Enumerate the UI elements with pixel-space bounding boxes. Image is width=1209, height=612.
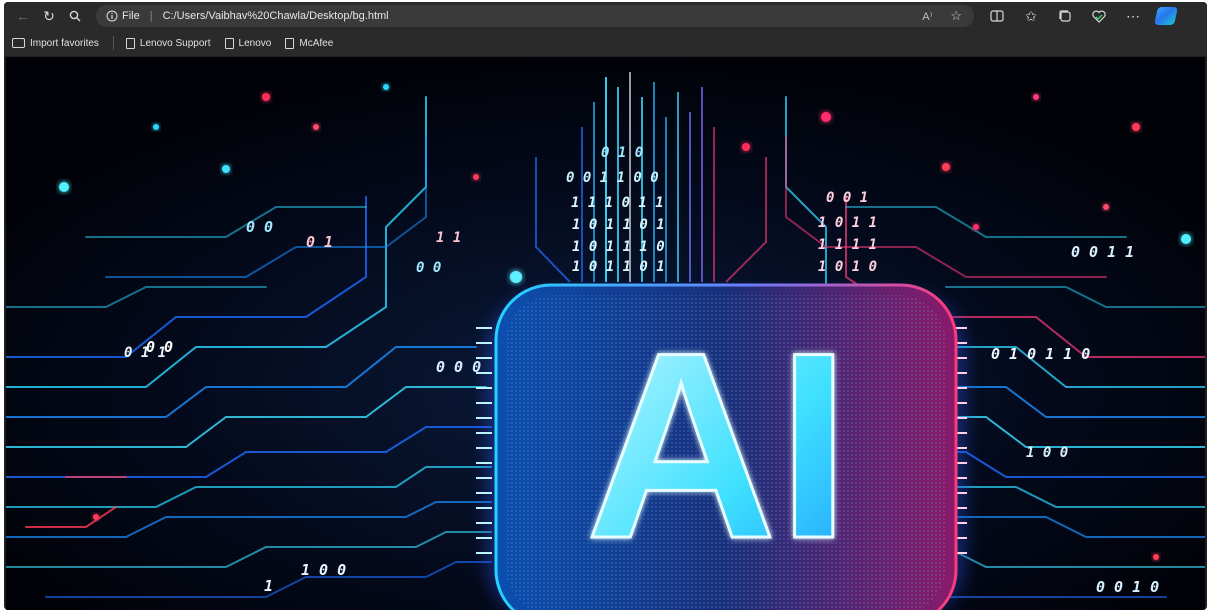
bookmark-label: Import favorites [30, 37, 99, 49]
binary-text: 0 0 1 1 [1071, 243, 1134, 261]
binary-text: 0 0 1 [826, 190, 868, 206]
browser-essentials-icon[interactable] [1082, 5, 1116, 27]
binary-text: 0 1 1 [124, 345, 166, 361]
url-text[interactable]: C:/Users/Vaibhav%20Chawla/Desktop/bg.htm… [163, 10, 389, 22]
bookmark-lenovo-support[interactable]: Lenovo Support [125, 37, 211, 49]
binary-text: 0 0 [416, 260, 441, 276]
bookmark-label: Lenovo Support [139, 37, 211, 49]
binary-text: 1 0 0 [301, 561, 346, 579]
binary-text: 1 1 [436, 230, 461, 246]
page-content: 0 1 0 0 0 1 1 0 0 1 1 1 0 1 1 1 0 1 1 0 … [6, 57, 1205, 610]
binary-text: 1 [264, 577, 273, 595]
binary-text: 0 0 0 [436, 358, 481, 376]
browser-toolbar: ← ↻ File | C:/Users/Vaibhav%20Chawla/Des… [4, 2, 1207, 30]
copilot-icon[interactable] [1154, 7, 1178, 25]
favorites-icon[interactable]: ✩ [1014, 5, 1048, 27]
more-options-icon[interactable]: ⋯ [1116, 5, 1150, 27]
info-icon[interactable] [106, 10, 118, 22]
binary-text: 0 0 [246, 218, 273, 236]
binary-text: 1 0 1 1 1 0 [572, 239, 665, 255]
scheme-label: File [122, 10, 140, 22]
split-screen-icon[interactable] [980, 5, 1014, 27]
toolbar-right-icons: ✩ ⋯ [980, 5, 1178, 27]
binary-text: 1 0 1 0 [818, 259, 877, 275]
bookmark-label: Lenovo [238, 37, 272, 49]
binary-text: 0 1 0 [601, 145, 643, 161]
bookmarks-divider [112, 36, 114, 50]
binary-text: 1 0 1 1 0 1 [572, 217, 665, 233]
browser-window: ← ↻ File | C:/Users/Vaibhav%20Chawla/Des… [4, 2, 1207, 610]
binary-text: 1 1 1 1 [818, 237, 877, 253]
binary-text: 1 0 1 1 [818, 215, 877, 231]
collections-icon[interactable] [1048, 5, 1082, 27]
page-icon [125, 37, 135, 49]
bookmark-lenovo[interactable]: Lenovo [224, 37, 272, 49]
ai-circuit-background-image: 0 1 0 0 0 1 1 0 0 1 1 1 0 1 1 1 0 1 1 0 … [6, 57, 1205, 610]
back-arrow-icon[interactable]: ← [10, 5, 36, 27]
folder-import-icon [12, 38, 25, 48]
refresh-icon[interactable]: ↻ [36, 5, 62, 27]
bookmarks-bar: Import favorites Lenovo Support Lenovo M… [4, 30, 1207, 56]
address-bar[interactable]: File | C:/Users/Vaibhav%20Chawla/Desktop… [96, 5, 974, 27]
binary-text: 1 0 1 1 0 1 [572, 259, 665, 275]
binary-text: 1 0 0 [1026, 445, 1068, 461]
read-aloud-icon[interactable]: A⁾ [922, 10, 932, 23]
page-icon [285, 37, 295, 49]
page-icon [224, 37, 234, 49]
binary-text: 0 0 1 0 [1096, 578, 1159, 596]
binary-text: 0 0 1 1 0 0 [566, 170, 659, 186]
ai-hero-text: AI [586, 298, 851, 594]
favorite-star-icon[interactable]: ☆ [950, 8, 962, 24]
binary-text: 0 1 [306, 233, 333, 251]
binary-text: 0 1 0 1 1 0 [991, 345, 1090, 363]
bookmark-mcafee[interactable]: McAfee [285, 37, 334, 49]
search-icon[interactable] [62, 5, 88, 27]
bookmark-label: McAfee [299, 37, 334, 49]
address-separator: | [149, 10, 153, 22]
binary-text: 1 1 1 0 1 1 [571, 195, 664, 211]
bookmark-import-favorites[interactable]: Import favorites [12, 38, 99, 49]
